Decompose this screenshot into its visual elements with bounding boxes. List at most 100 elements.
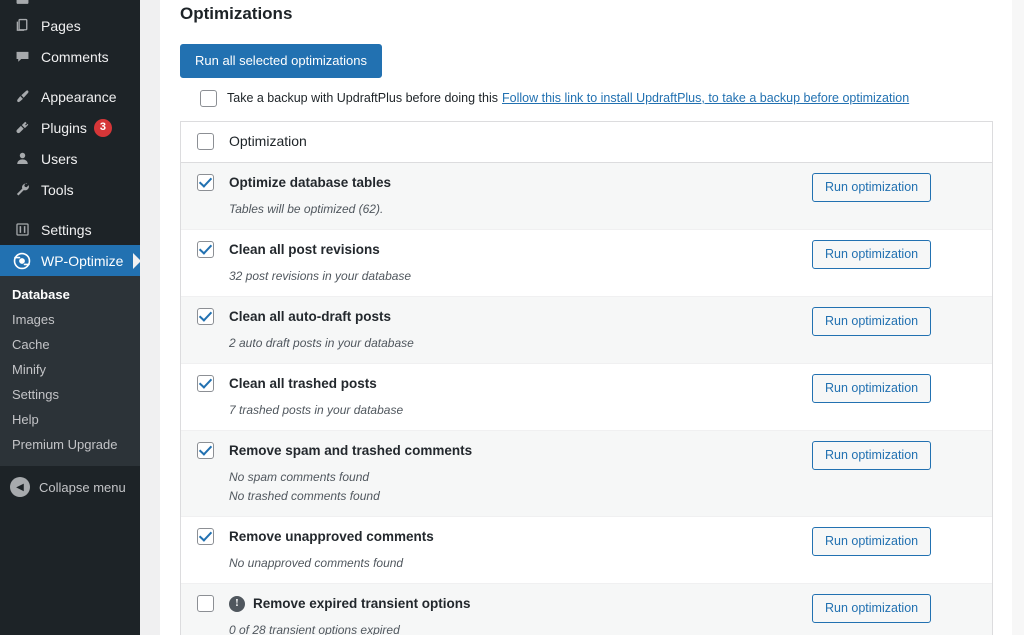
optimization-title: Clean all auto-draft posts	[229, 308, 812, 326]
settings-sliders-icon	[12, 220, 32, 240]
submenu-item-help[interactable]: Help	[0, 407, 140, 432]
header-checkbox-cell	[181, 133, 229, 151]
run-optimization-button[interactable]: Run optimization	[812, 239, 932, 269]
select-all-checkbox[interactable]	[196, 133, 214, 151]
row-checkbox-cell	[181, 230, 229, 296]
optimization-checkbox[interactable]	[196, 173, 214, 191]
submenu-item-settings[interactable]: Settings	[0, 382, 140, 407]
sidebar-item-wp-optimize[interactable]: WP-Optimize	[0, 245, 140, 276]
optimization-name: Remove spam and trashed comments	[229, 442, 473, 458]
optimization-info: 7 trashed posts in your database	[229, 402, 404, 417]
optimization-title: ! Remove expired transient options	[229, 595, 812, 613]
optimization-title: Remove spam and trashed comments	[229, 442, 812, 460]
optimization-checkbox[interactable]	[196, 307, 214, 325]
optimization-checkbox[interactable]	[196, 594, 214, 612]
run-optimization-button[interactable]: Run optimization	[812, 306, 932, 336]
optimization-checkbox[interactable]	[196, 527, 214, 545]
optimization-name: Clean all trashed posts	[229, 375, 377, 391]
sidebar-item-label: Plugins	[41, 119, 87, 136]
sidebar-item-label: WP-Optimize	[41, 252, 124, 269]
column-header-optimization: Optimization	[229, 132, 307, 149]
submenu-item-images[interactable]: Images	[0, 307, 140, 332]
optimization-cell: ! Remove expired transient options 0 of 28…	[229, 584, 812, 635]
run-button-cell: Run optimization	[812, 364, 992, 430]
submenu-item-database[interactable]: Database	[0, 282, 140, 307]
collapse-menu-label: Collapse menu	[39, 479, 126, 495]
media-icon	[12, 0, 32, 10]
plugins-update-badge: 3	[93, 118, 112, 137]
sidebar-item-label: Appearance	[41, 88, 117, 105]
row-checkbox-cell	[181, 517, 229, 583]
sidebar-item-appearance[interactable]: Appearance	[0, 81, 140, 112]
wp-optimize-submenu: Database Images Cache Minify Settings Help Pre…	[0, 276, 140, 466]
submenu-item-premium-upgrade[interactable]: Premium Upgrade	[0, 432, 140, 457]
run-button-cell: Run optimization	[812, 230, 992, 296]
page-title: Optimizations	[180, 4, 293, 23]
submenu-item-minify[interactable]: Minify	[0, 357, 140, 382]
sidebar-item-pages[interactable]: Pages	[0, 10, 140, 41]
row-checkbox-cell	[181, 364, 229, 430]
main-content: Optimizations Run all selected optimizat…	[160, 0, 1024, 635]
optimization-title: Clean all trashed posts	[229, 375, 812, 393]
table-row: Optimize database tables Tables will be o…	[181, 162, 992, 230]
sidebar-item-label: Users	[41, 150, 78, 167]
warning-icon: !	[229, 595, 245, 612]
table-row: Clean all post revisions 32 post revision…	[181, 230, 992, 297]
optimization-title: Clean all post revisions	[229, 241, 812, 259]
run-button-cell: Run optimization	[812, 517, 992, 583]
row-checkbox-cell	[181, 163, 229, 229]
submenu-item-cache[interactable]: Cache	[0, 332, 140, 357]
optimization-checkbox[interactable]	[196, 441, 214, 459]
optimization-checkbox[interactable]	[196, 374, 214, 392]
optimization-title: Optimize database tables	[229, 174, 812, 192]
backup-checkbox[interactable]	[200, 89, 217, 107]
optimization-cell: Remove spam and trashed comments No spam …	[229, 431, 812, 516]
sidebar-item-label: Pages	[41, 17, 81, 34]
optimization-info: 32 post revisions in your database	[229, 268, 412, 283]
optimization-cell: Optimize database tables Tables will be o…	[229, 163, 812, 229]
sidebar-item-plugins[interactable]: Plugins 3	[0, 112, 140, 143]
sidebar-item-users[interactable]: Users	[0, 143, 140, 174]
collapse-menu-button[interactable]: ◀ Collapse menu	[0, 470, 140, 504]
optimization-cell: Remove unapproved comments No unapproved …	[229, 517, 812, 583]
table-header-row: Optimization	[181, 122, 992, 163]
sidebar-item-tools[interactable]: Tools	[0, 174, 140, 205]
optimization-name: Clean all post revisions	[229, 241, 380, 257]
table-row: Remove unapproved comments No unapproved …	[181, 517, 992, 584]
optimization-info: 0 of 28 transient options expired	[229, 622, 400, 635]
optimization-info: 2 auto draft posts in your database	[229, 335, 414, 350]
optimization-name: Clean all auto-draft posts	[229, 308, 392, 324]
sidebar-item-comments[interactable]: Comments	[0, 41, 140, 72]
run-optimization-button[interactable]: Run optimization	[812, 373, 932, 403]
appearance-brush-icon	[12, 87, 32, 107]
table-row: Clean all trashed posts 7 trashed posts i…	[181, 364, 992, 431]
optimization-info: No spam comments found	[229, 469, 370, 484]
row-checkbox-cell	[181, 584, 229, 635]
optimization-checkbox[interactable]	[196, 240, 214, 258]
run-button-cell: Run optimization	[812, 584, 992, 635]
page-scrollbar[interactable]	[1012, 0, 1024, 635]
optimization-info: Tables will be optimized (62).	[229, 201, 384, 216]
optimization-name: Optimize database tables	[229, 174, 392, 190]
run-optimization-button[interactable]: Run optimization	[812, 172, 932, 202]
run-optimization-button[interactable]: Run optimization	[812, 440, 932, 470]
optimizations-table: Optimization Optimize database tables Tabl…	[180, 120, 993, 635]
optimization-cell: Clean all post revisions 32 post revision…	[229, 230, 812, 296]
table-row: ! Remove expired transient options 0 of 28…	[181, 583, 992, 635]
run-optimization-button[interactable]: Run optimization	[812, 593, 932, 623]
sidebar-item-partial[interactable]	[0, 0, 140, 10]
sidebar-item-settings[interactable]: Settings	[0, 214, 140, 245]
admin-sidebar: Pages Comments Appearance Plugins 3 Users Tool…	[0, 0, 140, 635]
run-button-cell: Run optimization	[812, 431, 992, 516]
run-optimization-button[interactable]: Run optimization	[812, 526, 932, 556]
optimization-info: No trashed comments found	[229, 488, 380, 503]
row-checkbox-cell	[181, 297, 229, 363]
plugins-plug-icon	[12, 118, 32, 138]
sidebar-item-label: Comments	[41, 48, 109, 65]
install-updraftplus-link[interactable]: Follow this link to install UpdraftPlus,…	[502, 91, 909, 105]
run-all-optimizations-button[interactable]: Run all selected optimizations	[180, 44, 382, 78]
optimization-info: No unapproved comments found	[229, 555, 404, 570]
pages-icon	[12, 16, 32, 36]
menu-separator	[0, 205, 140, 214]
optimization-cell: Clean all trashed posts 7 trashed posts i…	[229, 364, 812, 430]
